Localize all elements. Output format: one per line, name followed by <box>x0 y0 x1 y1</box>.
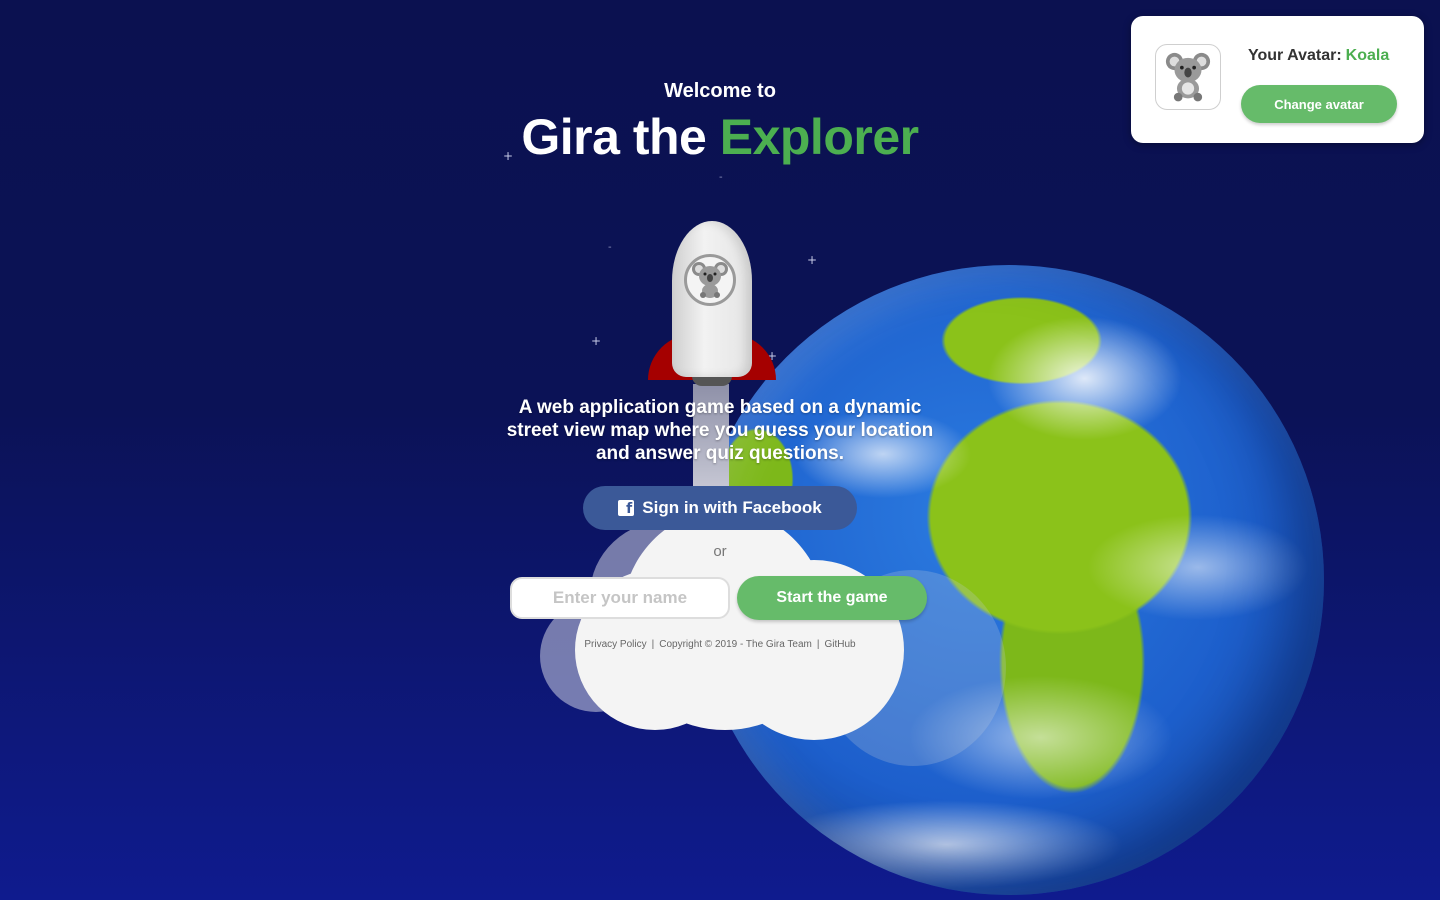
title-accent: Explorer <box>719 109 919 165</box>
avatar-name: Koala <box>1345 47 1390 64</box>
footer-separator: | <box>816 639 820 650</box>
cloud-decoration <box>640 610 810 730</box>
star-decoration: - <box>719 172 723 183</box>
facebook-signin-button[interactable]: f Sign in with Facebook <box>583 486 857 530</box>
footer-separator: | <box>651 639 655 650</box>
avatar-label-text: Your Avatar: <box>1248 47 1342 64</box>
name-input[interactable] <box>510 577 730 619</box>
star-decoration: + <box>807 253 818 267</box>
title-main: Gira the <box>521 109 720 165</box>
avatar-label: Your Avatar: Koala <box>1248 47 1389 65</box>
privacy-policy-link[interactable]: Privacy Policy <box>584 639 646 650</box>
start-game-button[interactable]: Start the game <box>737 576 927 620</box>
facebook-icon: f <box>618 500 635 516</box>
copyright-text: Copyright © 2019 - The Gira Team <box>659 639 812 650</box>
koala-icon <box>690 258 730 303</box>
tagline: A web application game based on a dynami… <box>506 397 934 464</box>
star-decoration: - <box>608 242 612 253</box>
rocket-porthole <box>684 254 736 306</box>
facebook-signin-label: Sign in with Facebook <box>642 498 822 517</box>
star-decoration: + <box>591 334 602 348</box>
footer: Privacy Policy | Copyright © 2019 - The Gi… <box>0 639 1440 650</box>
welcome-text: Welcome to <box>664 80 776 102</box>
or-divider: or <box>713 543 727 560</box>
page-title: Gira the Explorer <box>0 108 1440 166</box>
github-link[interactable]: GitHub <box>824 639 855 650</box>
